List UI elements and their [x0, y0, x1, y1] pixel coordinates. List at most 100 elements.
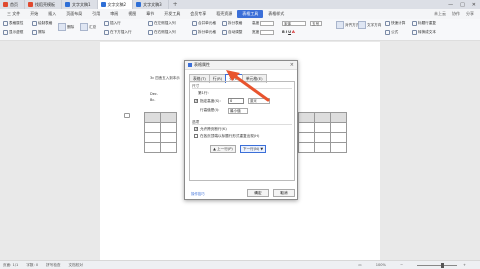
- tab-label: 文字文稿2: [107, 1, 127, 7]
- ok-button[interactable]: 确定: [247, 189, 269, 197]
- checkbox-icon[interactable]: [194, 134, 198, 138]
- formula-button[interactable]: 公式: [385, 30, 398, 35]
- daoke-icon: [28, 2, 33, 7]
- menu-item[interactable]: 稻壳资源: [211, 10, 237, 18]
- repeat-header-checkbox[interactable]: 在各页顶端以标题行形式重复出现(H): [194, 134, 259, 139]
- doc-check[interactable]: 文档校对: [69, 263, 83, 268]
- tab-bar: 首页 找稻壳模板 文字文稿1 文字文稿2 文字文稿3 + — □ ✕: [0, 0, 480, 9]
- doc-table-right[interactable]: [298, 112, 347, 153]
- menu-item[interactable]: 插入: [43, 10, 61, 18]
- width-input[interactable]: [260, 30, 275, 35]
- tab-doc1[interactable]: 文字文稿1: [62, 0, 98, 9]
- split-cells-button[interactable]: 拆分单元格: [192, 30, 216, 35]
- tb-label: 插入行: [110, 21, 121, 25]
- menu-item[interactable]: 表格样式: [263, 10, 289, 18]
- delete-button[interactable]: 删除: [58, 23, 74, 31]
- checkbox-icon[interactable]: [194, 126, 198, 131]
- font-select[interactable]: 宋体: [282, 21, 306, 26]
- table-props-button[interactable]: 表格属性: [3, 21, 23, 26]
- tab-home[interactable]: 首页: [0, 0, 25, 9]
- specify-height-checkbox[interactable]: 指定高度(S):: [194, 98, 221, 104]
- menu-item[interactable]: 章节: [141, 10, 159, 18]
- tips-link[interactable]: 操作技巧: [191, 191, 205, 196]
- tb-label: 高度: [252, 21, 260, 25]
- tab-templates[interactable]: 找稻壳模板: [25, 0, 62, 9]
- close-icon[interactable]: ✕: [472, 2, 476, 8]
- doc-table-left[interactable]: [144, 112, 177, 153]
- maximize-icon[interactable]: □: [460, 2, 465, 8]
- align-icon: [336, 21, 344, 29]
- close-icon[interactable]: ×: [290, 62, 294, 68]
- autofit-icon: [222, 30, 227, 35]
- insert-col-right-button[interactable]: 在右侧插入列: [148, 30, 176, 35]
- to-text-button[interactable]: 转换成文本: [412, 30, 436, 35]
- page-count: 页面: 1/1: [3, 262, 19, 267]
- menu-item[interactable]: 开始: [25, 10, 43, 18]
- bold-icon[interactable]: B: [282, 30, 285, 34]
- menu-item[interactable]: 视图: [123, 10, 141, 18]
- draw-table-button[interactable]: 绘制表格: [32, 21, 52, 26]
- menu-item[interactable]: 会员专享: [185, 10, 211, 18]
- menu-item[interactable]: 开发工具: [159, 10, 185, 18]
- doc-icon: [136, 2, 142, 7]
- erase-button[interactable]: 擦除: [32, 30, 45, 35]
- font-color-icon[interactable]: A: [292, 30, 295, 34]
- merge-cells-button[interactable]: 合并单元格: [192, 21, 216, 26]
- menu-item[interactable]: 三 文件: [2, 10, 25, 18]
- menu-item[interactable]: 页面布局: [61, 10, 87, 18]
- minimize-icon[interactable]: —: [448, 2, 453, 8]
- doc-icon: [100, 2, 106, 7]
- menu-item[interactable]: 引用: [87, 10, 105, 18]
- repeat-header-button[interactable]: 标题行重复: [412, 21, 436, 26]
- menu-right-item[interactable]: 协作: [452, 11, 460, 17]
- align-button[interactable]: 对齐方式: [336, 21, 359, 29]
- annotation-arrow-icon: [226, 70, 270, 102]
- insert-row-above-button[interactable]: 插入行: [104, 21, 121, 26]
- text-direction-button[interactable]: 文字方向: [358, 21, 381, 29]
- menu-item[interactable]: 审阅: [105, 10, 123, 18]
- delete-icon: [58, 23, 66, 31]
- status-bar: 页面: 1/1 字数: 0 拼写检查 文档校对 ▭ 100% − +: [0, 260, 480, 269]
- summary-button[interactable]: 汇总: [80, 23, 96, 31]
- split-table-button[interactable]: 拆分表格: [222, 21, 242, 26]
- tab-doc2[interactable]: 文字文稿2: [97, 0, 134, 9]
- underline-icon[interactable]: U: [288, 30, 291, 34]
- italic-icon[interactable]: I: [286, 30, 287, 34]
- row-above-icon: [104, 21, 109, 26]
- prev-row-button[interactable]: ▲ 上一行(P): [210, 145, 236, 153]
- height-field[interactable]: 高度: [252, 21, 275, 26]
- zoom-slider[interactable]: [416, 262, 457, 268]
- table-move-handle-icon[interactable]: [124, 113, 130, 118]
- cancel-button[interactable]: 取消: [273, 189, 295, 197]
- allow-break-checkbox[interactable]: 允许跨页断行(K): [194, 126, 227, 132]
- menu-right-item[interactable]: 分享: [466, 11, 474, 17]
- font-style-buttons[interactable]: BIUA: [282, 30, 295, 34]
- autofit-button[interactable]: 自动调整: [222, 30, 242, 35]
- tb-label: 汇总: [89, 24, 97, 29]
- merge-icon: [192, 21, 197, 26]
- tab-doc3[interactable]: 文字文稿3: [133, 0, 169, 9]
- show-gridlines-button[interactable]: 显示虚框: [3, 30, 23, 35]
- word-count[interactable]: 字数: 0: [26, 263, 38, 268]
- view-mode-icon[interactable]: ▭: [358, 263, 361, 267]
- menu-right-item[interactable]: 未上云: [434, 11, 446, 17]
- sum-icon: [80, 23, 88, 31]
- new-tab-button[interactable]: +: [169, 1, 182, 8]
- tb-label: 公式: [391, 30, 399, 34]
- quick-calc-button[interactable]: 快速计算: [385, 21, 405, 26]
- font-size-select[interactable]: 五号: [310, 21, 322, 26]
- status-right: ▭ 100% − +: [358, 262, 480, 268]
- row-height-select[interactable]: 最小值: [228, 108, 248, 114]
- insert-row-below-button[interactable]: 在下方插入行: [104, 30, 132, 35]
- menu-item[interactable]: 表格工具: [237, 10, 264, 18]
- height-input[interactable]: [260, 21, 275, 26]
- checkbox-icon[interactable]: [194, 98, 198, 103]
- text-icon: [412, 30, 417, 35]
- tb-label: 标题行重复: [418, 21, 436, 25]
- insert-col-left-button[interactable]: 在左侧插入列: [148, 21, 176, 26]
- width-field[interactable]: 宽度: [252, 30, 275, 35]
- next-row-button[interactable]: 下一行(N) ▼: [240, 145, 266, 153]
- zoom-out-icon[interactable]: −: [400, 263, 403, 267]
- zoom-in-icon[interactable]: +: [463, 263, 466, 267]
- spell-check[interactable]: 拼写检查: [46, 263, 60, 268]
